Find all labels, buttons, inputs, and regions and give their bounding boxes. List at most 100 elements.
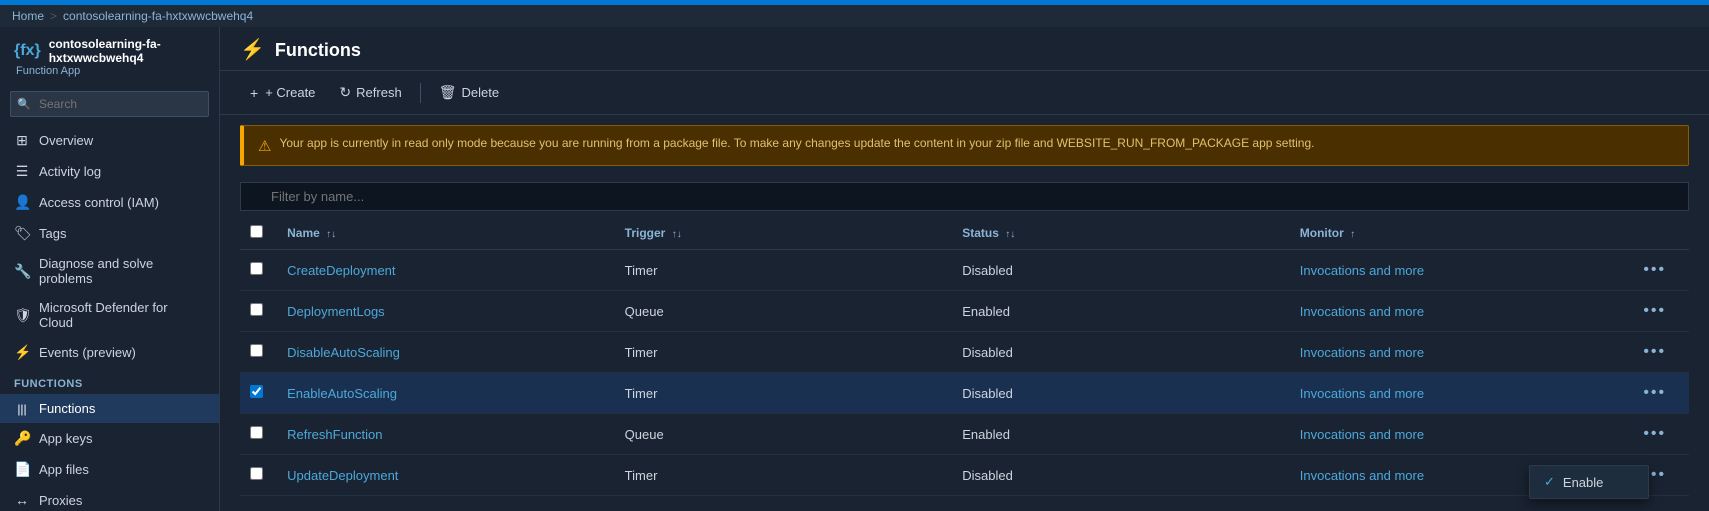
row-status-cell: Disabled [952, 250, 1290, 291]
sidebar-item-access-control[interactable]: 👤 Access control (IAM) [0, 187, 219, 218]
col-header-name[interactable]: Name ↑↓ [277, 217, 615, 250]
table-row: DeploymentLogs Queue Enabled Invocations… [240, 291, 1689, 332]
col-header-monitor[interactable]: Monitor ↑ [1290, 217, 1628, 250]
row-actions-cell: ••• [1627, 414, 1689, 455]
row-checkbox[interactable] [250, 303, 263, 316]
sidebar-item-activity-log[interactable]: ☰ Activity log [0, 156, 219, 187]
search-input[interactable] [10, 91, 209, 117]
sidebar-item-proxies[interactable]: ↔ Proxies [0, 485, 219, 511]
table-header: Name ↑↓ Trigger ↑↓ Status ↑↓ Monitor [240, 217, 1689, 250]
sidebar-item-label-diagnose: Diagnose and solve problems [39, 256, 205, 286]
row-monitor-cell: Invocations and more [1290, 373, 1628, 414]
function-link[interactable]: EnableAutoScaling [287, 386, 397, 401]
monitor-link[interactable]: Invocations and more [1300, 468, 1424, 483]
sidebar-item-tags[interactable]: 🏷 Tags [0, 218, 219, 249]
function-link[interactable]: UpdateDeployment [287, 468, 398, 483]
functions-table: Name ↑↓ Trigger ↑↓ Status ↑↓ Monitor [240, 217, 1689, 496]
sidebar-item-label-app-keys: App keys [39, 431, 92, 446]
row-checkbox[interactable] [250, 426, 263, 439]
monitor-link[interactable]: Invocations and more [1300, 304, 1424, 319]
filter-bar: 🔍 [220, 176, 1709, 217]
table-body: CreateDeployment Timer Disabled Invocati… [240, 250, 1689, 496]
sidebar: {fx} contosolearning-fa-hxtxwwcbwehq4 Fu… [0, 27, 220, 511]
sidebar-item-functions[interactable]: ||| Functions [0, 394, 219, 423]
row-more-button[interactable]: ••• [1637, 259, 1672, 281]
sidebar-item-overview[interactable]: ⊞ Overview [0, 125, 219, 156]
function-link[interactable]: DeploymentLogs [287, 304, 385, 319]
context-menu-enable[interactable]: ✓ Enable [1530, 466, 1648, 498]
sidebar-item-defender[interactable]: 🛡 Microsoft Defender for Cloud [0, 293, 219, 337]
section-functions-label: Functions [0, 368, 219, 394]
sidebar-item-label-activity-log: Activity log [39, 164, 101, 179]
search-box[interactable]: 🔍 [10, 91, 209, 117]
row-checkbox[interactable] [250, 262, 263, 275]
create-button[interactable]: + + Create [240, 80, 325, 106]
tags-icon: 🏷 [14, 225, 30, 242]
row-checkbox[interactable] [250, 385, 263, 398]
row-trigger-cell: Timer [615, 455, 953, 496]
app-files-icon: 📄 [14, 461, 30, 478]
table-row: UpdateDeployment Timer Disabled Invocati… [240, 455, 1689, 496]
sidebar-item-app-keys[interactable]: 🔑 App keys [0, 423, 219, 454]
col-header-actions [1627, 217, 1689, 250]
monitor-link[interactable]: Invocations and more [1300, 427, 1424, 442]
row-more-button[interactable]: ••• [1637, 382, 1672, 404]
row-checkbox-cell [240, 250, 277, 291]
access-control-icon: 👤 [14, 194, 30, 211]
function-link[interactable]: CreateDeployment [287, 263, 395, 278]
function-link[interactable]: DisableAutoScaling [287, 345, 400, 360]
function-link[interactable]: RefreshFunction [287, 427, 382, 442]
defender-icon: 🛡 [14, 307, 30, 324]
toolbar-separator [420, 83, 421, 103]
context-menu: ✓ Enable [1529, 465, 1649, 499]
row-checkbox-cell [240, 332, 277, 373]
row-trigger-cell: Queue [615, 414, 953, 455]
row-monitor-cell: Invocations and more [1290, 250, 1628, 291]
sidebar-item-events[interactable]: ⚡ Events (preview) [0, 337, 219, 368]
monitor-link[interactable]: Invocations and more [1300, 263, 1424, 278]
row-checkbox-cell [240, 291, 277, 332]
breadcrumb-resource: contosolearning-fa-hxtxwwcbwehq4 [63, 9, 253, 23]
monitor-link[interactable]: Invocations and more [1300, 345, 1424, 360]
main-content: ⚡Functions + + Create ↻ Refresh 🗑 Delete… [220, 27, 1709, 511]
row-status-cell: Disabled [952, 455, 1290, 496]
col-header-trigger[interactable]: Trigger ↑↓ [615, 217, 953, 250]
row-monitor-cell: Invocations and more [1290, 332, 1628, 373]
col-header-status[interactable]: Status ↑↓ [952, 217, 1290, 250]
breadcrumb: Home > contosolearning-fa-hxtxwwcbwehq4 [0, 5, 1709, 27]
warning-text: Your app is currently in read only mode … [279, 136, 1314, 150]
row-monitor-cell: Invocations and more [1290, 291, 1628, 332]
row-status-cell: Enabled [952, 414, 1290, 455]
breadcrumb-separator: > [50, 9, 57, 23]
filter-input[interactable] [240, 182, 1689, 211]
app-keys-icon: 🔑 [14, 430, 30, 447]
functions-table-container: Name ↑↓ Trigger ↑↓ Status ↑↓ Monitor [220, 217, 1709, 511]
table-row: RefreshFunction Queue Enabled Invocation… [240, 414, 1689, 455]
row-name-cell: DisableAutoScaling [277, 332, 615, 373]
sidebar-item-label-proxies: Proxies [39, 493, 82, 508]
delete-button[interactable]: 🗑 Delete [429, 79, 509, 106]
function-app-icon: {fx} [14, 42, 41, 60]
table-row: CreateDeployment Timer Disabled Invocati… [240, 250, 1689, 291]
refresh-button[interactable]: ↻ Refresh [329, 79, 411, 106]
content-header: ⚡Functions [220, 27, 1709, 71]
filter-wrap: 🔍 [240, 182, 1689, 211]
row-checkbox-cell [240, 373, 277, 414]
sidebar-item-label-app-files: App files [39, 462, 89, 477]
row-trigger-cell: Timer [615, 373, 953, 414]
row-checkbox[interactable] [250, 467, 263, 480]
row-more-button[interactable]: ••• [1637, 341, 1672, 363]
sidebar-item-diagnose[interactable]: 🔧 Diagnose and solve problems [0, 249, 219, 293]
sidebar-item-label-defender: Microsoft Defender for Cloud [39, 300, 205, 330]
functions-icon: ||| [14, 402, 30, 416]
row-more-button[interactable]: ••• [1637, 423, 1672, 445]
row-more-button[interactable]: ••• [1637, 300, 1672, 322]
toolbar: + + Create ↻ Refresh 🗑 Delete [220, 71, 1709, 115]
sidebar-item-app-files[interactable]: 📄 App files [0, 454, 219, 485]
select-all-checkbox[interactable] [250, 225, 263, 238]
monitor-link[interactable]: Invocations and more [1300, 386, 1424, 401]
row-checkbox-cell [240, 414, 277, 455]
row-name-cell: UpdateDeployment [277, 455, 615, 496]
breadcrumb-home[interactable]: Home [12, 9, 44, 23]
row-checkbox[interactable] [250, 344, 263, 357]
